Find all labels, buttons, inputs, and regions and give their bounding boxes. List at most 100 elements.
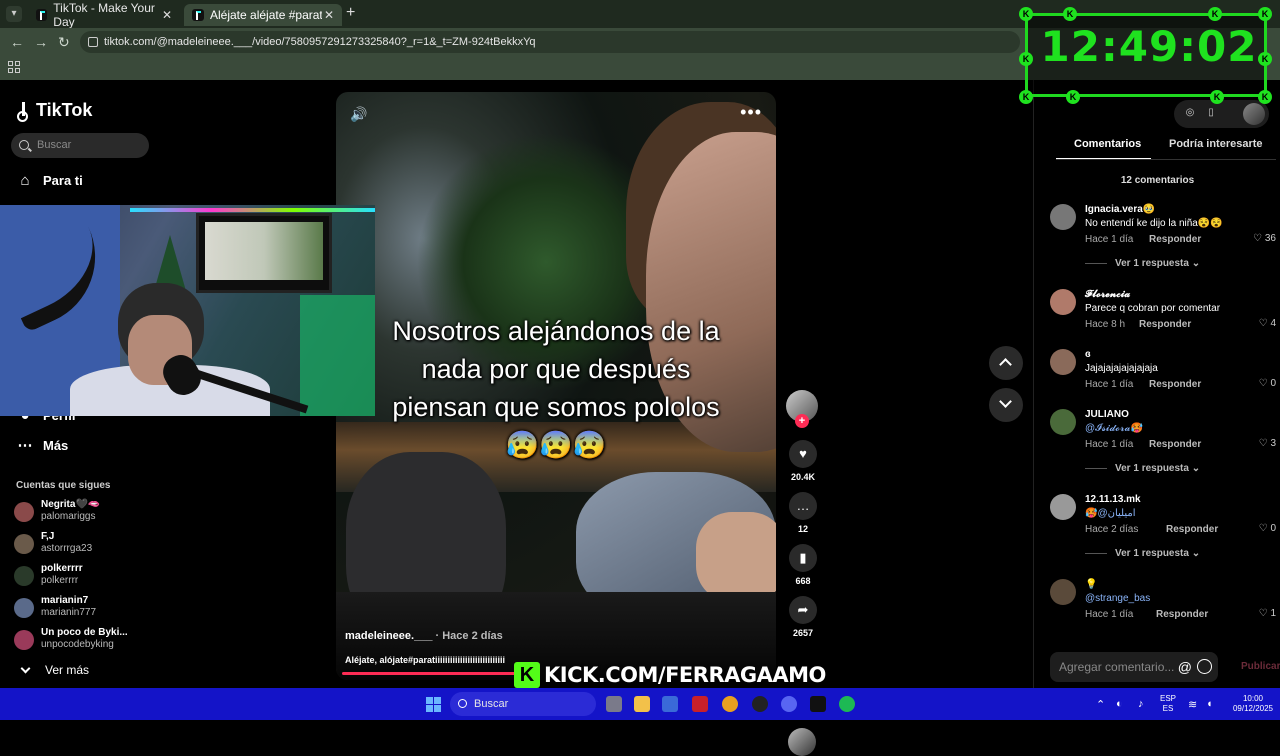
site-info-icon[interactable] bbox=[88, 37, 98, 47]
taskbar-search[interactable]: Buscar bbox=[450, 692, 596, 716]
wifi-icon[interactable]: ≋ bbox=[1188, 698, 1197, 711]
avatar[interactable] bbox=[1050, 349, 1076, 375]
avatar[interactable] bbox=[1050, 204, 1076, 230]
comment-like-button[interactable]: ♡ 3 bbox=[1259, 438, 1276, 449]
nav-more[interactable]: ⋯ Más bbox=[16, 436, 69, 454]
chrome-icon[interactable] bbox=[722, 696, 738, 712]
user-avatar[interactable] bbox=[1243, 103, 1265, 125]
share-button[interactable]: ➦ 2657 bbox=[784, 596, 822, 638]
taskbar-clock[interactable]: 10:00 09/12/2025 bbox=[1230, 694, 1276, 714]
close-tab-icon[interactable]: ✕ bbox=[324, 8, 334, 22]
comment-text[interactable]: 🥵@امیلیان bbox=[1085, 508, 1135, 519]
see-more-button[interactable]: Ver más bbox=[18, 663, 89, 677]
discord-icon[interactable] bbox=[781, 696, 797, 712]
add-comment-input[interactable]: Agregar comentario... @ bbox=[1050, 652, 1218, 682]
windows-start-icon[interactable] bbox=[426, 697, 441, 712]
comment-text[interactable]: @𝓘𝓼𝓲𝓭𝓸𝓻𝓪🥵 bbox=[1085, 423, 1143, 434]
more-options-icon[interactable]: ••• bbox=[740, 102, 762, 123]
avatar[interactable] bbox=[1050, 409, 1076, 435]
tiktok-logo[interactable]: TikTok bbox=[16, 100, 92, 122]
next-video-button[interactable] bbox=[989, 388, 1023, 422]
following-account[interactable]: marianin7 marianin777 bbox=[14, 594, 154, 622]
forward-icon[interactable]: → bbox=[34, 34, 48, 50]
comment-user[interactable]: Ignacia.vera🥹 bbox=[1085, 204, 1155, 215]
reply-button[interactable]: Responder bbox=[1156, 609, 1208, 620]
app-icon[interactable] bbox=[810, 696, 826, 712]
comment-like-button[interactable]: ♡ 1 bbox=[1259, 608, 1276, 619]
account-handle: unpocodebyking bbox=[41, 639, 114, 650]
view-replies-button[interactable]: Ver 1 respuesta ⌄ bbox=[1085, 463, 1200, 474]
reply-button[interactable]: Responder bbox=[1139, 319, 1191, 330]
tray-expand-icon[interactable]: ⌃ bbox=[1096, 698, 1105, 711]
comment-user[interactable]: 𝓕𝓵𝓸𝓻𝓮𝓷𝓬𝓲𝓪 bbox=[1085, 289, 1130, 300]
input-language[interactable]: ESP ES bbox=[1160, 694, 1176, 714]
volume-icon[interactable]: ◖ bbox=[1206, 698, 1213, 710]
avatar[interactable] bbox=[1050, 579, 1076, 605]
spotify-icon[interactable] bbox=[839, 696, 855, 712]
obs-icon[interactable] bbox=[752, 696, 768, 712]
previous-video-button[interactable] bbox=[989, 346, 1023, 380]
kick-marker-icon: K bbox=[1066, 90, 1080, 104]
close-tab-icon[interactable]: ✕ bbox=[162, 8, 172, 22]
comment-like-button[interactable]: ♡ 4 bbox=[1259, 318, 1276, 329]
comment-button[interactable]: … 12 bbox=[784, 492, 822, 534]
phone-icon[interactable]: ▯ bbox=[1205, 107, 1217, 119]
comment-text: Parece q cobran por comentar bbox=[1085, 303, 1221, 314]
comment-user[interactable]: ɞ bbox=[1085, 349, 1091, 360]
reply-button[interactable]: Responder bbox=[1166, 524, 1218, 535]
video-player[interactable]: 🔊 ••• Nosotros alejándonos de la nada po… bbox=[336, 92, 776, 680]
browser-tab-video[interactable]: Aléjate aléjate #paratiiiiiiiiiiiiiii ✕ bbox=[184, 4, 342, 26]
comment-text[interactable]: @strange_bas bbox=[1085, 593, 1150, 604]
comment-user[interactable]: 12.11.13.mk bbox=[1085, 494, 1141, 505]
tab-related[interactable]: Podría interesarte bbox=[1169, 138, 1263, 150]
nav-for-you[interactable]: ⌂ Para ti bbox=[16, 172, 82, 189]
emoji-icon[interactable] bbox=[1197, 659, 1212, 674]
back-icon[interactable]: ← bbox=[10, 34, 24, 50]
music-disc-icon[interactable] bbox=[788, 728, 816, 756]
account-handle: astorrrga23 bbox=[41, 543, 93, 554]
tray-app-icon[interactable]: ◐ bbox=[1116, 698, 1123, 710]
kick-logo-icon: K bbox=[514, 662, 540, 688]
mention-icon[interactable]: @ bbox=[1178, 652, 1192, 682]
app-icon[interactable] bbox=[692, 696, 708, 712]
following-account[interactable]: Un poco de Byki... unpocodebyking bbox=[14, 626, 154, 654]
like-button[interactable]: ♥ 20.4K bbox=[784, 440, 822, 482]
following-account[interactable]: polkerrrr polkerrrr bbox=[14, 562, 154, 590]
compass-icon[interactable]: ◎ bbox=[1184, 107, 1196, 119]
url-input[interactable]: tiktok.com/@madeleineee.___/video/758095… bbox=[80, 31, 1020, 53]
task-view-icon[interactable] bbox=[606, 696, 622, 712]
store-icon[interactable] bbox=[662, 696, 678, 712]
reload-icon[interactable]: ↻ bbox=[58, 34, 70, 51]
publish-button[interactable]: Publicar bbox=[1241, 661, 1280, 672]
browser-tab-tiktok[interactable]: TikTok - Make Your Day ✕ bbox=[28, 1, 180, 29]
view-replies-button[interactable]: Ver 1 respuesta ⌄ bbox=[1085, 258, 1200, 269]
file-explorer-icon[interactable] bbox=[634, 696, 650, 712]
tab-search-icon[interactable]: ▾ bbox=[6, 6, 22, 22]
search-input[interactable]: Buscar bbox=[11, 133, 149, 158]
avatar[interactable] bbox=[1050, 494, 1076, 520]
view-replies-button[interactable]: Ver 1 respuesta ⌄ bbox=[1085, 548, 1200, 559]
comment-user[interactable]: JULIANO bbox=[1085, 409, 1129, 420]
comment-like-button[interactable]: ♡ 0 bbox=[1259, 523, 1276, 534]
microphone-icon[interactable]: ♪ bbox=[1138, 698, 1144, 710]
tab-comments[interactable]: Comentarios bbox=[1074, 138, 1141, 150]
comment-like-button[interactable]: ♡ 0 bbox=[1259, 378, 1276, 389]
comment-user[interactable]: 💡 bbox=[1085, 579, 1097, 590]
follow-button[interactable]: + bbox=[795, 414, 809, 428]
new-tab-icon[interactable]: + bbox=[346, 4, 355, 22]
following-account[interactable]: F,J astorrrga23 bbox=[14, 530, 154, 558]
reply-button[interactable]: Responder bbox=[1149, 234, 1201, 245]
video-author[interactable]: madeleineee.___ · Hace 2 días bbox=[345, 630, 503, 642]
more-dots-icon: ⋯ bbox=[17, 437, 33, 454]
avatar[interactable] bbox=[1050, 289, 1076, 315]
reply-button[interactable]: Responder bbox=[1149, 379, 1201, 390]
add-comment-placeholder: Agregar comentario... bbox=[1059, 660, 1175, 674]
video-progress-bar[interactable] bbox=[342, 672, 518, 675]
volume-icon[interactable]: 🔊 bbox=[350, 106, 367, 123]
save-button[interactable]: ▮ 668 bbox=[784, 544, 822, 586]
search-placeholder: Buscar bbox=[37, 139, 72, 151]
reply-button[interactable]: Responder bbox=[1149, 439, 1201, 450]
comment-like-button[interactable]: ♡ 36 bbox=[1253, 233, 1276, 244]
apps-grid-icon[interactable] bbox=[8, 61, 20, 73]
following-account[interactable]: Negrita🖤🫦 palomariggs bbox=[14, 498, 154, 526]
